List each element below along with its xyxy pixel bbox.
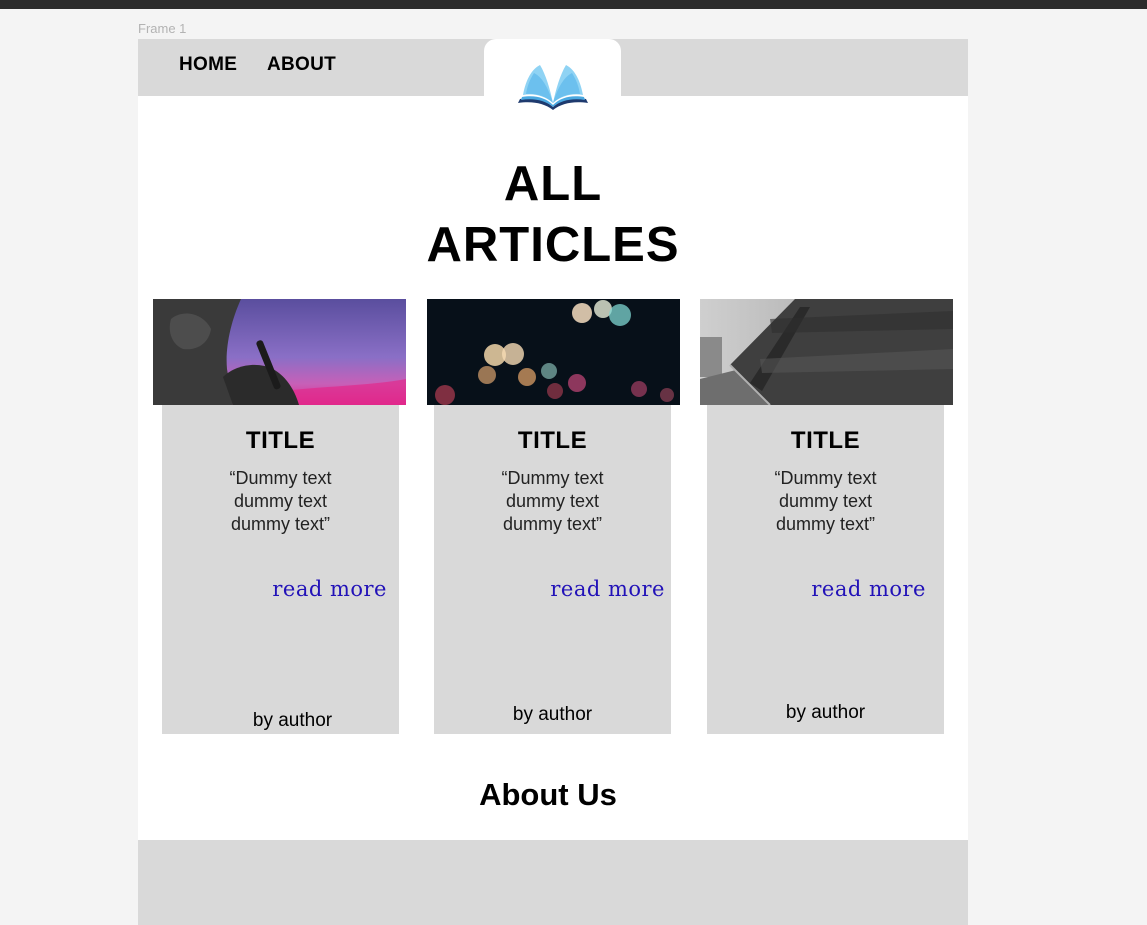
article-excerpt-2: “Dummy text dummy text dummy text”: [434, 467, 671, 536]
read-more-link-3[interactable]: read more: [811, 577, 926, 601]
article-title-3: TITLE: [790, 427, 861, 454]
excerpt-line: “Dummy text: [774, 468, 877, 488]
page-title-line-1: ALL: [503, 157, 603, 211]
article-card-3: TITLE “Dummy text dummy text dummy text”…: [707, 405, 944, 734]
frame-label[interactable]: Frame 1: [138, 21, 186, 36]
article-image-2-graphic: [427, 299, 680, 405]
excerpt-line: “Dummy text: [501, 468, 604, 488]
article-title-2: TITLE: [517, 427, 588, 454]
read-more-link-2[interactable]: read more: [550, 577, 665, 601]
excerpt-line: dummy text: [233, 491, 328, 511]
nav-home-link[interactable]: HOME: [179, 54, 237, 76]
about-us-section: [138, 840, 968, 925]
article-image-1[interactable]: [153, 299, 406, 405]
excerpt-line: dummy text”: [775, 514, 876, 534]
page-title-line-2: ARTICLES: [426, 218, 680, 272]
excerpt-line: dummy text”: [502, 514, 603, 534]
about-us-heading: About Us: [479, 777, 617, 812]
article-author-2: by author: [512, 704, 593, 725]
article-excerpt-1: “Dummy text dummy text dummy text”: [162, 467, 399, 536]
nav-about-link[interactable]: ABOUT: [267, 54, 336, 76]
article-author-3: by author: [785, 702, 866, 723]
article-title-1: TITLE: [245, 427, 316, 454]
article-image-3-graphic: [700, 299, 953, 405]
article-excerpt-3: “Dummy text dummy text dummy text”: [707, 467, 944, 536]
article-author-1: by author: [252, 710, 333, 731]
article-card-1: TITLE “Dummy text dummy text dummy text”…: [162, 405, 399, 734]
article-image-2[interactable]: [427, 299, 680, 405]
read-more-link-1[interactable]: read more: [272, 577, 387, 601]
editor-top-bar: [0, 0, 1147, 9]
excerpt-line: dummy text: [505, 491, 600, 511]
page-frame: HOME ABOUT ALL ARTICLES TITLE “Dummy tex…: [138, 39, 968, 925]
article-card-2: TITLE “Dummy text dummy text dummy text”…: [434, 405, 671, 734]
excerpt-line: dummy text: [778, 491, 873, 511]
excerpt-line: dummy text”: [230, 514, 331, 534]
article-image-3[interactable]: [700, 299, 953, 405]
logo-tab[interactable]: [484, 39, 621, 119]
excerpt-line: “Dummy text: [229, 468, 332, 488]
article-image-1-graphic: [153, 299, 406, 405]
open-book-icon: [518, 65, 588, 110]
page-title: ALL ARTICLES: [378, 154, 728, 276]
